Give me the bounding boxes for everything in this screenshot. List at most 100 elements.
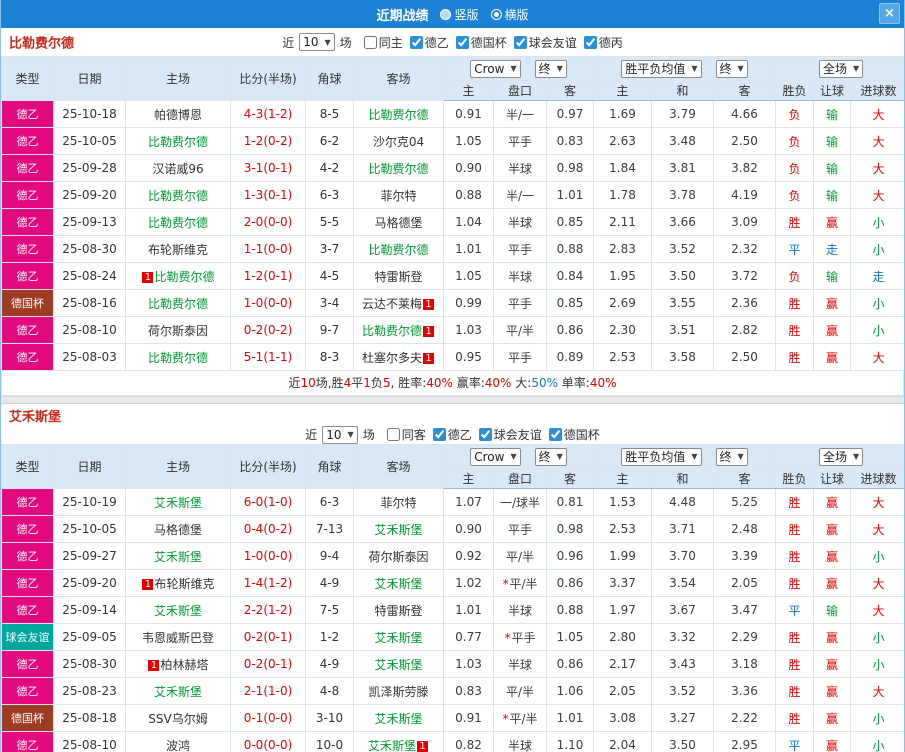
filter-checkbox-德国杯[interactable]: 德国杯	[549, 426, 600, 443]
team-name-text: 艾禾斯堡	[374, 712, 422, 726]
chevron-down-icon: ▼	[691, 64, 697, 73]
col-result: 胜负	[776, 469, 814, 489]
checkbox-input[interactable]	[584, 36, 597, 49]
corner-cell: 7-13	[306, 516, 354, 543]
asia-home-odds-cell: 0.82	[444, 732, 494, 752]
europe-source-select[interactable]: 胜平负均值▼	[621, 60, 701, 78]
handicap-text: 平手	[511, 631, 535, 645]
odds-stage-select[interactable]: 终▼	[535, 60, 567, 78]
asia-home-odds-cell: 1.04	[444, 209, 494, 236]
handicap-text: 半球	[508, 604, 532, 618]
corner-cell: 3-7	[306, 236, 354, 263]
checkbox-label-text: 德乙	[448, 426, 472, 443]
checkbox-input[interactable]	[410, 36, 423, 49]
europe-stage-select[interactable]: 终▼	[716, 60, 748, 78]
asia-handicap-cell: 平/半	[494, 317, 547, 344]
away-team-cell: 沙尔克04	[354, 128, 444, 155]
handicap-result-cell: 输	[814, 182, 851, 209]
filter-checkbox-德乙[interactable]: 德乙	[410, 34, 449, 51]
summary-segment: 5	[383, 376, 391, 390]
close-button[interactable]: ×	[879, 3, 900, 24]
col-asia-handicap: 盘口	[494, 469, 547, 489]
date-cell: 25-08-16	[54, 290, 126, 317]
away-team-cell: 菲尔特	[354, 182, 444, 209]
match-row: 德乙25-08-301柏林赫塔0-2(0-1)4-9艾禾斯堡1.03半球0.86…	[2, 651, 905, 678]
europe-draw-odds-cell: 3.43	[652, 651, 714, 678]
orientation-radio-竖版[interactable]: 竖版	[440, 6, 478, 23]
chevron-down-icon: ▼	[557, 452, 563, 461]
checkbox-label-text: 球会友谊	[529, 34, 577, 51]
odds-source-select[interactable]: Crow▼	[470, 448, 520, 466]
score-cell: 5-1(1-1)	[231, 344, 306, 371]
goals-result-cell: 小	[851, 236, 905, 263]
home-team-cell: 艾禾斯堡	[126, 543, 231, 570]
checkbox-input[interactable]	[456, 36, 469, 49]
goals-result-cell: 走	[851, 263, 905, 290]
match-count-select[interactable]: 10▼	[322, 426, 357, 444]
team-name-text: 比勒费尔德	[148, 351, 208, 365]
europe-odds-group: 胜平负均值▼ 终▼	[594, 57, 776, 81]
away-team-cell: 艾禾斯堡	[354, 516, 444, 543]
home-team-cell: 比勒费尔德	[126, 344, 231, 371]
team-name-text: 荷尔斯泰因	[368, 550, 428, 564]
scope-select[interactable]: 全场▼	[819, 60, 863, 78]
europe-home-odds-cell: 2.17	[594, 651, 652, 678]
result-cell: 平	[776, 236, 814, 263]
asia-home-odds-cell: 0.91	[444, 705, 494, 732]
goals-result-cell: 大	[851, 570, 905, 597]
handicap-text: 平/半	[509, 712, 537, 726]
asia-handicap-cell: 半球	[494, 209, 547, 236]
asia-away-odds-cell: 1.06	[547, 678, 594, 705]
checkbox-input[interactable]	[433, 428, 446, 441]
checkbox-input[interactable]	[479, 428, 492, 441]
home-team-cell: 汉诺威96	[126, 155, 231, 182]
home-team-cell: 比勒费尔德	[126, 182, 231, 209]
date-cell: 25-10-18	[54, 101, 126, 128]
match-count-select[interactable]: 10▼	[299, 33, 334, 51]
asia-home-odds-cell: 1.07	[444, 489, 494, 516]
checkbox-input[interactable]	[387, 428, 400, 441]
summary-segment: 40%	[590, 376, 617, 390]
asia-away-odds-cell: 1.01	[547, 182, 594, 209]
europe-home-odds-cell: 3.37	[594, 570, 652, 597]
europe-away-odds-cell: 2.50	[714, 344, 776, 371]
match-count-select-value: 10	[326, 428, 341, 442]
filter-checkbox-同客[interactable]: 同客	[387, 426, 426, 443]
team-name-text: 布轮斯维克	[154, 577, 214, 591]
date-cell: 25-10-19	[54, 489, 126, 516]
asia-home-odds-cell: 0.91	[444, 101, 494, 128]
europe-stage-select[interactable]: 终▼	[716, 448, 748, 466]
filter-checkbox-德丙[interactable]: 德丙	[584, 34, 623, 51]
checkbox-input[interactable]	[549, 428, 562, 441]
checkbox-label-text: 球会友谊	[494, 426, 542, 443]
orientation-radios: 竖版横版	[440, 6, 528, 23]
date-cell: 25-08-23	[54, 678, 126, 705]
filter-checkbox-德乙[interactable]: 德乙	[433, 426, 472, 443]
chevron-down-icon: ▼	[738, 452, 744, 461]
checkbox-input[interactable]	[364, 36, 377, 49]
home-team-cell: 马格德堡	[126, 516, 231, 543]
scope-select[interactable]: 全场▼	[819, 448, 863, 466]
europe-source-select[interactable]: 胜平负均值▼	[621, 448, 701, 466]
orientation-radio-横版[interactable]: 横版	[491, 6, 529, 23]
filter-checkbox-球会友谊[interactable]: 球会友谊	[514, 34, 577, 51]
checkbox-input[interactable]	[514, 36, 527, 49]
games-label: 场	[363, 426, 375, 443]
score-cell: 1-4(1-2)	[231, 570, 306, 597]
result-cell: 负	[776, 263, 814, 290]
team-name-text: 比勒费尔德	[362, 324, 422, 338]
radio-icon	[440, 9, 451, 20]
odds-stage-select[interactable]: 终▼	[535, 448, 567, 466]
corner-cell: 9-7	[306, 317, 354, 344]
home-team-cell: 艾禾斯堡	[126, 678, 231, 705]
filter-checkbox-德国杯[interactable]: 德国杯	[456, 34, 507, 51]
team-name-text: 比勒费尔德	[368, 243, 428, 257]
filter-checkbox-球会友谊[interactable]: 球会友谊	[479, 426, 542, 443]
corner-cell: 6-3	[306, 182, 354, 209]
europe-away-odds-cell: 3.18	[714, 651, 776, 678]
filter-checkbox-同主[interactable]: 同主	[364, 34, 403, 51]
europe-home-odds-cell: 2.53	[594, 516, 652, 543]
corner-cell: 3-10	[306, 705, 354, 732]
odds-source-select[interactable]: Crow▼	[470, 60, 520, 78]
league-cell: 德乙	[2, 543, 54, 570]
